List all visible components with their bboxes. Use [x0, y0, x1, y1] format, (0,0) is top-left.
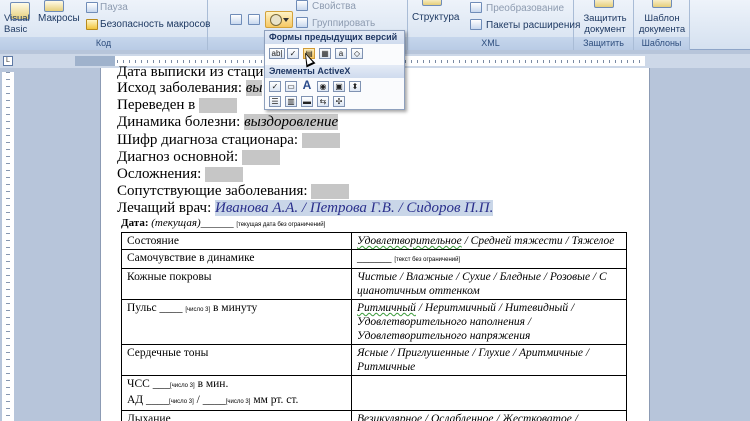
text-field-icon[interactable]: ab|: [269, 48, 285, 59]
visual-basic-button[interactable]: Visual Basic: [4, 13, 38, 35]
table-row: Пульс ____ [число 3] в минуту Ритмичный …: [121, 299, 627, 345]
checkbox-icon[interactable]: ✓: [287, 48, 299, 59]
status-table: Состояние Удовлетворительное / Средней т…: [121, 232, 627, 421]
structure-button[interactable]: Структура: [412, 12, 459, 24]
skin-field[interactable]: Чистые / Влажные / Сухие / Бледные / Роз…: [351, 268, 627, 300]
reset-icon[interactable]: ◇: [351, 48, 363, 59]
textbox-icon[interactable]: ▭: [285, 81, 297, 92]
main-diag-field[interactable]: [241, 150, 280, 166]
discharge-date-line: Дата выписки из стацио: [117, 64, 271, 80]
vertical-ruler[interactable]: [2, 72, 14, 421]
protect-icon[interactable]: [594, 0, 614, 8]
doctor-field[interactable]: Иванова А.А. / Петрова Г.В. / Сидоров П.…: [215, 200, 494, 216]
outcome-field[interactable]: вы: [245, 80, 263, 96]
diag-code-line: Шифр диагноза стационара:: [117, 132, 340, 149]
code-group-label: Код: [0, 37, 207, 50]
tools-gear-icon: [270, 14, 282, 26]
code-group: Visual Basic Макросы Пауза Безопасность …: [0, 0, 211, 50]
document-template-button[interactable]: Шаблон документа: [636, 13, 688, 35]
main-diag-line: Диагноз основной:: [117, 149, 280, 166]
macro-security-button[interactable]: Безопасность макросов: [100, 19, 211, 31]
properties-icon[interactable]: [296, 0, 308, 11]
transform-icon[interactable]: [470, 2, 482, 13]
shading-icon[interactable]: a: [335, 48, 347, 59]
spin-icon[interactable]: ⬍: [349, 81, 361, 92]
comorbid-field[interactable]: [311, 184, 350, 200]
list-icon[interactable]: ☰: [269, 96, 281, 107]
legacy-tools-menu: Формы предыдущих версий ab| ✓ ▤ ▦ a ◇ Эл…: [264, 30, 405, 110]
scroll-icon[interactable]: ▥: [285, 96, 297, 107]
dynamics-line: Динамика болезни: выздоровление: [117, 114, 339, 130]
outcome-line: Исход заболевания: вы: [117, 80, 263, 96]
design-mode-icon[interactable]: [230, 14, 242, 25]
date-row: Дата: (текущая)______ [текущая дата без …: [121, 217, 326, 229]
legacy-tools-icon[interactable]: [248, 14, 260, 25]
document-page[interactable]: Дата выписки из стацио Исход заболевания…: [100, 64, 650, 421]
chevron-down-icon: [283, 18, 289, 22]
table-row: Сердечные тоны Ясные / Приглушенные / Гл…: [121, 344, 627, 376]
legacy-forms-header: Формы предыдущих версий: [265, 31, 404, 44]
properties-button[interactable]: Свойства: [312, 1, 356, 13]
xml-group: Структура Преобразование Пакеты расширен…: [408, 0, 580, 50]
protect-group-label: Защитить: [574, 37, 633, 50]
template-icon[interactable]: [652, 0, 672, 8]
table-row: Самочувствие в динамике ______ [текст бе…: [121, 249, 627, 269]
expansion-packs-icon[interactable]: [470, 19, 482, 30]
doctor-line: Лечащий врач: Иванова А.А. / Петрова Г.В…: [117, 200, 494, 216]
table-row: Состояние Удовлетворительное / Средней т…: [121, 232, 627, 250]
comorbid-line: Сопутствующие заболевания:: [117, 183, 350, 200]
templates-group-label: Шаблоны: [634, 37, 689, 50]
diag-code-field[interactable]: [301, 133, 340, 149]
table-row: ЧСС ___[число 3] в мин. АД ____[число 3]…: [121, 375, 627, 411]
group-icon[interactable]: [296, 17, 308, 28]
wellbeing-field[interactable]: ______ [текст без ограничений]: [351, 249, 627, 269]
heart-sounds-field[interactable]: Ясные / Приглушенные / Глухие / Аритмичн…: [351, 344, 627, 376]
transferred-field[interactable]: [199, 98, 238, 114]
activex-header: Элементы ActiveX: [265, 65, 404, 78]
date-field[interactable]: (текущая): [151, 217, 200, 229]
state-field[interactable]: Удовлетворительное / Средней тяжести / Т…: [351, 232, 627, 250]
more-controls-icon[interactable]: ✣: [333, 96, 345, 107]
transferred-line: Переведен в: [117, 97, 238, 114]
label-icon[interactable]: A: [301, 79, 313, 92]
dynamics-field[interactable]: выздоровление: [244, 114, 339, 130]
tab-selector[interactable]: L: [3, 56, 13, 66]
complications-field[interactable]: [205, 167, 244, 183]
protect-document-button[interactable]: Защитить документ: [577, 13, 633, 35]
macros-icon[interactable]: [44, 0, 64, 12]
button-icon[interactable]: ▬: [301, 96, 313, 107]
table-row: Кожные покровы Чистые / Влажные / Сухие …: [121, 268, 627, 300]
xml-group-label: XML: [408, 37, 573, 50]
templates-group: Шаблон документа Шаблоны: [634, 0, 690, 50]
checkbox-icon[interactable]: ✓: [269, 81, 281, 92]
ruler-margin: [75, 56, 115, 66]
legacy-tools-button[interactable]: [265, 11, 293, 28]
complications-line: Осложнения:: [117, 166, 244, 183]
structure-icon[interactable]: [422, 0, 442, 6]
expansion-packs-button[interactable]: Пакеты расширения: [486, 20, 580, 32]
pulse-field[interactable]: Ритмичный / Неритмичный / Нитевидный / У…: [351, 299, 627, 345]
table-row: Дыхание Везикулярное / Ослабленное / Жес…: [121, 410, 627, 421]
toggle-icon[interactable]: ⇆: [317, 96, 329, 107]
warning-icon[interactable]: [86, 19, 98, 30]
frame-icon[interactable]: ▦: [319, 48, 331, 59]
breathing-field[interactable]: Везикулярное / Ослабленное / Жестковатое…: [351, 410, 627, 421]
macros-button[interactable]: Макросы: [38, 13, 80, 25]
group-button[interactable]: Группировать: [312, 18, 375, 30]
vitals-field[interactable]: [351, 375, 627, 411]
pause-icon[interactable]: [86, 2, 98, 13]
image-icon[interactable]: ▣: [333, 81, 345, 92]
radio-icon[interactable]: ◉: [317, 81, 329, 92]
transform-button[interactable]: Преобразование: [486, 3, 564, 15]
protect-group: Защитить документ Защитить: [574, 0, 634, 50]
pause-button[interactable]: Пауза: [100, 2, 128, 14]
